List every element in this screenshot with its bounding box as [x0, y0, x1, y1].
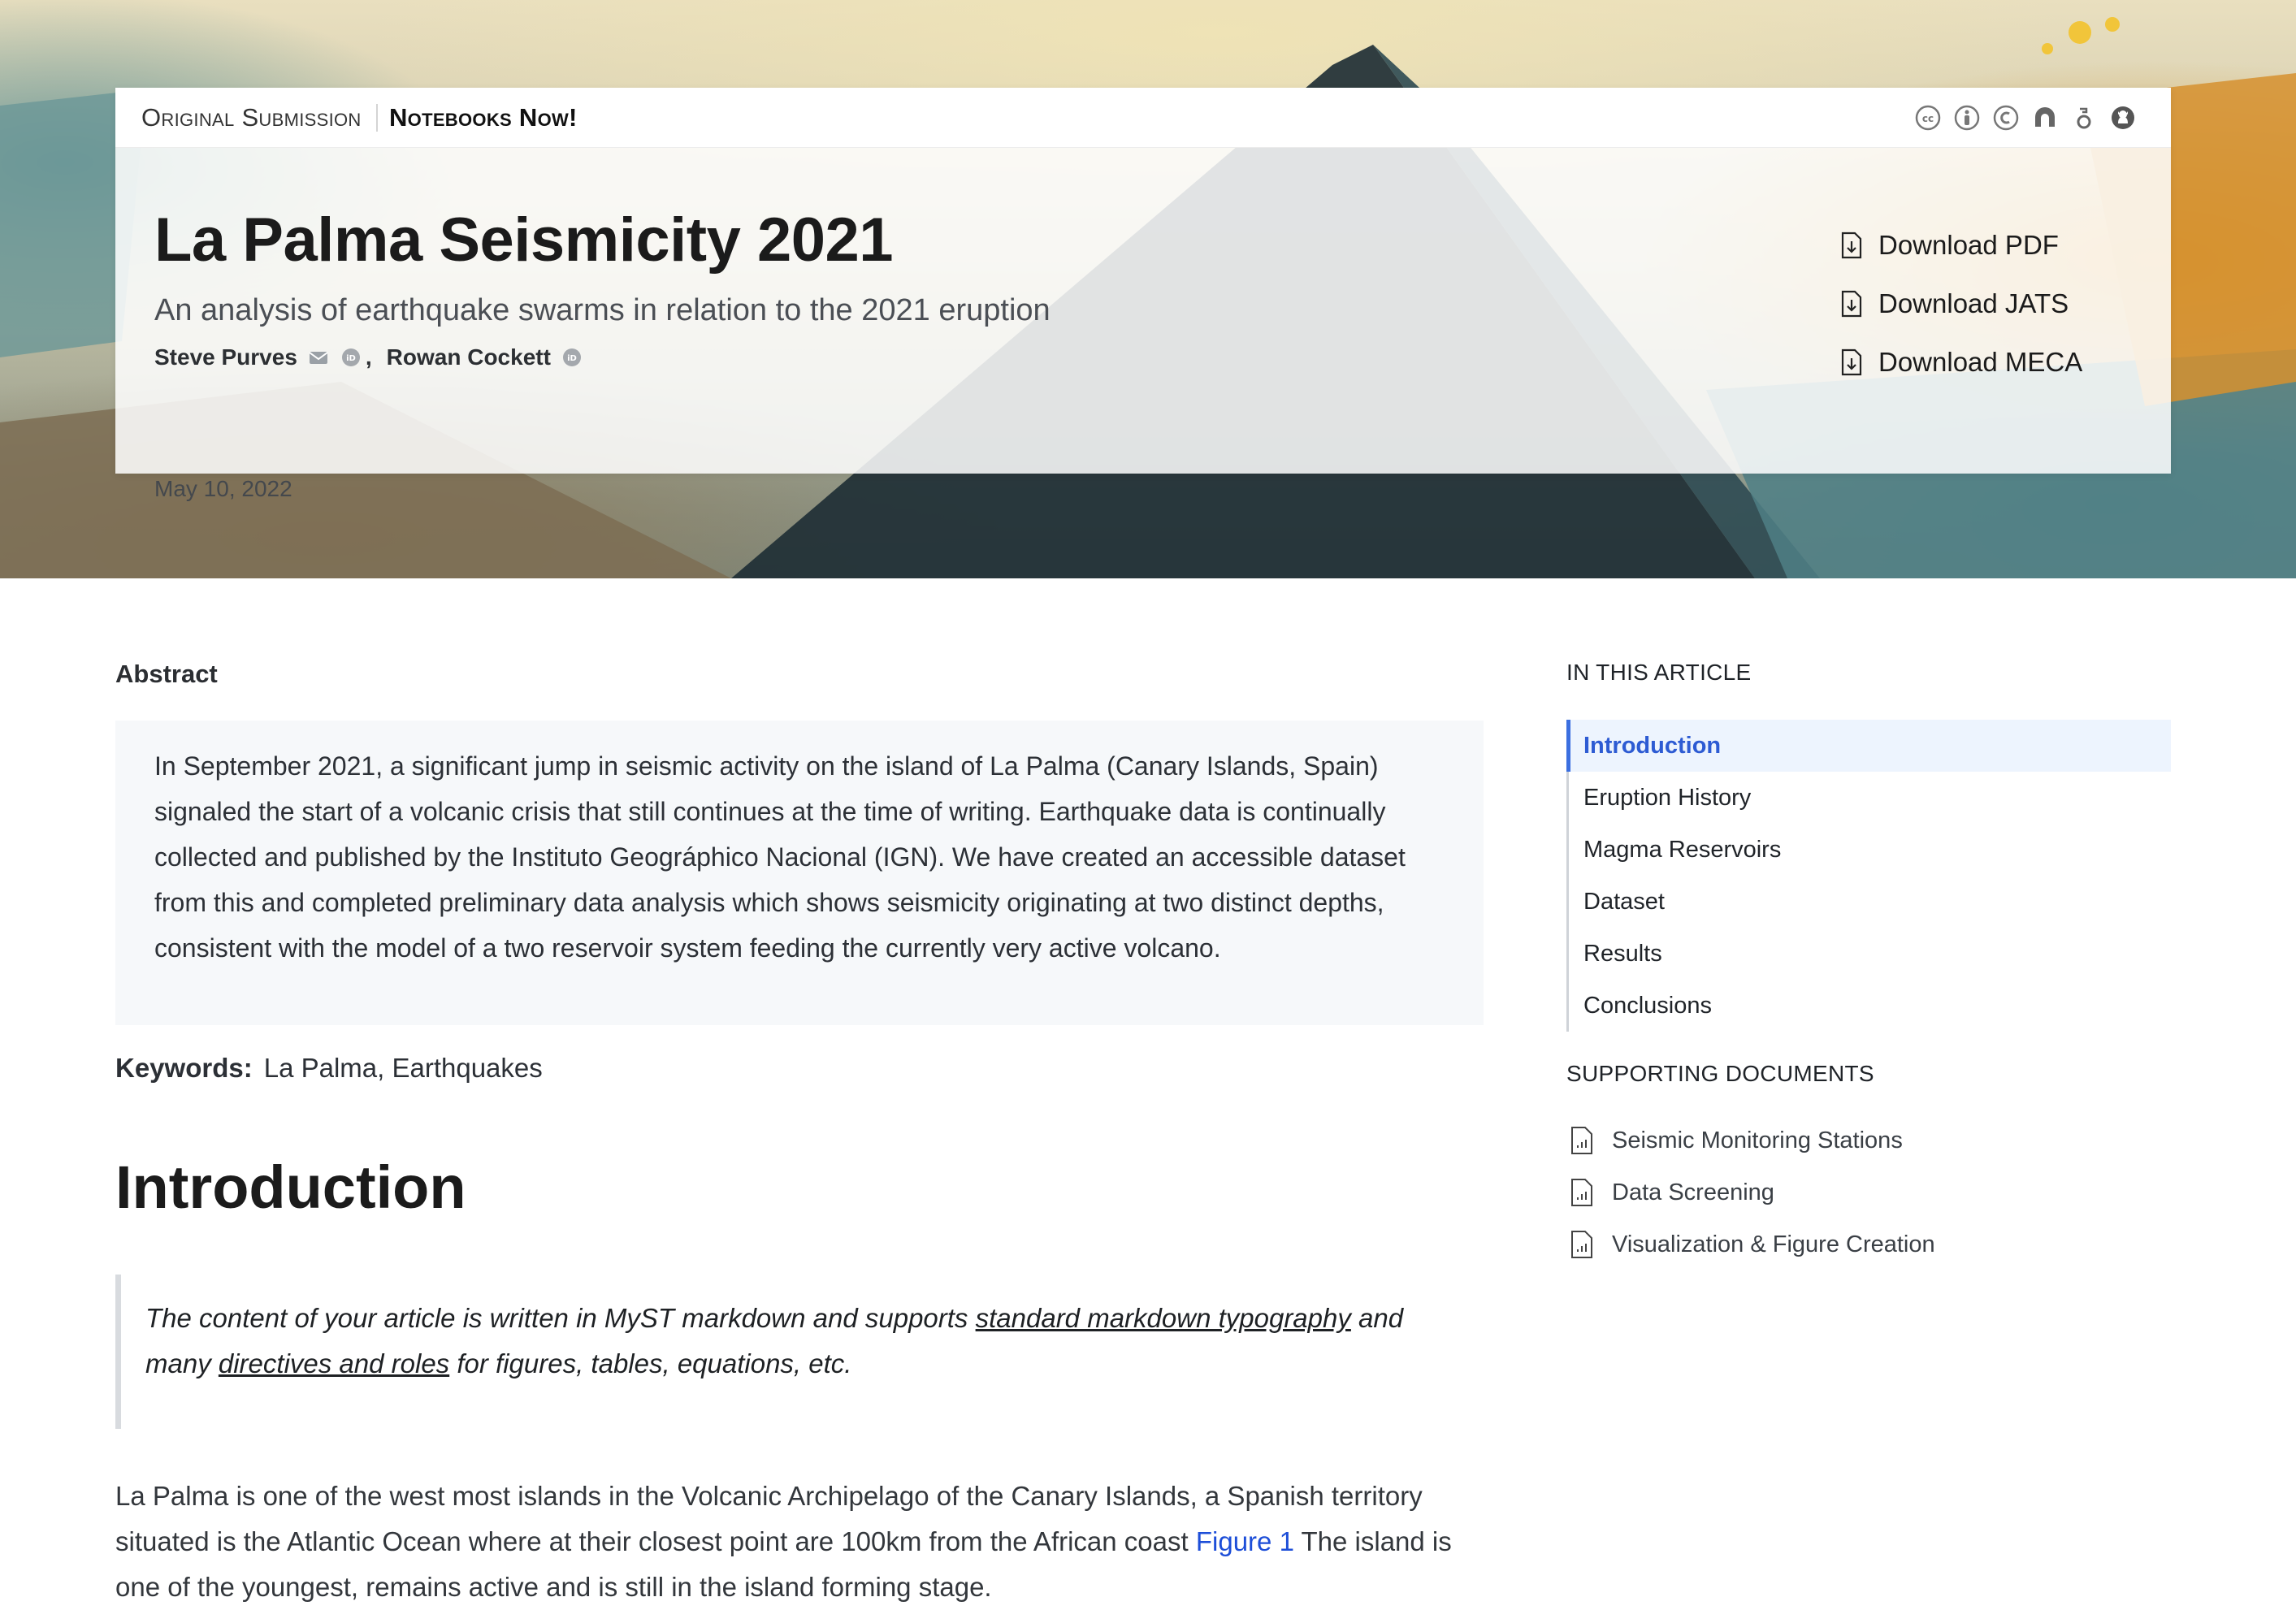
doc-label: Visualization & Figure Creation	[1612, 1231, 1935, 1257]
toc-item-results[interactable]: Results	[1569, 928, 2171, 980]
toc-item-conclusions[interactable]: Conclusions	[1569, 980, 2171, 1032]
venue-bar: Original Submission Notebooks Now! cc	[115, 88, 2171, 148]
download-label: Download PDF	[1878, 230, 2059, 260]
author-name[interactable]: Steve Purves	[154, 344, 297, 370]
file-download-icon	[1841, 290, 1862, 318]
email-icon[interactable]	[307, 346, 330, 369]
toc-item-magma-reservoirs[interactable]: Magma Reservoirs	[1569, 824, 2171, 876]
doc-label: Data Screening	[1612, 1179, 1774, 1205]
download-list: Download PDF Download JATS Download MECA	[1822, 216, 2082, 392]
author-separator: ,	[365, 344, 372, 370]
svg-text:cc: cc	[1922, 113, 1934, 124]
notebook-doc-icon	[1571, 1231, 1592, 1258]
figure-1-link[interactable]: Figure 1	[1196, 1526, 1294, 1556]
author-name[interactable]: Rowan Cockett	[387, 344, 551, 370]
table-of-contents: Introduction Eruption History Magma Rese…	[1566, 720, 2171, 1032]
download-pdf-button[interactable]: Download PDF	[1822, 216, 2082, 275]
article-header-card: Original Submission Notebooks Now! cc La…	[115, 88, 2171, 501]
doc-link-seismic-monitoring-stations[interactable]: Seismic Monitoring Stations	[1566, 1114, 1935, 1166]
abstract-box: In September 2021, a significant jump in…	[115, 721, 1484, 1025]
keywords-label: Keywords:	[115, 1053, 253, 1083]
markdown-typography-link[interactable]: standard markdown typography	[976, 1303, 1351, 1333]
venue-notebooks-now[interactable]: Notebooks Now!	[389, 104, 578, 132]
cc-icon[interactable]: cc	[1914, 104, 1942, 132]
open-access-icon[interactable]	[2031, 104, 2059, 132]
intro-paragraph: La Palma is one of the west most islands…	[115, 1474, 1484, 1610]
orcid-icon[interactable]	[2070, 104, 2098, 132]
copyright-icon[interactable]	[1992, 104, 2020, 132]
intro-blockquote: The content of your article is written i…	[115, 1275, 1484, 1429]
keywords-value: La Palma, Earthquakes	[263, 1053, 543, 1083]
github-icon[interactable]	[2109, 104, 2137, 132]
publication-date: May 10, 2022	[154, 476, 292, 501]
orcid-icon[interactable]: iD	[340, 346, 362, 369]
doc-link-data-screening[interactable]: Data Screening	[1566, 1166, 1935, 1218]
notebook-doc-icon	[1571, 1127, 1592, 1154]
toc-item-eruption-history[interactable]: Eruption History	[1569, 772, 2171, 824]
hero-banner: Original Submission Notebooks Now! cc La…	[0, 0, 2296, 578]
keywords: Keywords: La Palma, Earthquakes	[115, 1045, 543, 1091]
download-label: Download MECA	[1878, 347, 2083, 377]
venue-original-submission[interactable]: Original Submission	[141, 104, 378, 132]
author-list: Steve Purves iD , Rowan Cockett iD	[154, 341, 583, 374]
article-title: La Palma Seismicity 2021	[154, 206, 894, 275]
abstract-heading: Abstract	[115, 660, 218, 688]
by-icon[interactable]	[1953, 104, 1981, 132]
download-label: Download JATS	[1878, 288, 2069, 318]
directives-roles-link[interactable]: directives and roles	[219, 1348, 449, 1378]
svg-text:iD: iD	[346, 354, 356, 363]
quote-text: for figures, tables, equations, etc.	[449, 1348, 852, 1378]
supporting-docs-heading: SUPPORTING DOCUMENTS	[1566, 1061, 1874, 1086]
quote-text: The content of your article is written i…	[145, 1303, 976, 1333]
orcid-icon[interactable]: iD	[561, 346, 583, 369]
license-icons: cc	[1914, 104, 2137, 132]
notebook-doc-icon	[1571, 1179, 1592, 1206]
download-meca-button[interactable]: Download MECA	[1822, 333, 2082, 392]
svg-text:iD: iD	[567, 354, 577, 363]
toc-item-introduction[interactable]: Introduction	[1566, 720, 2171, 772]
abstract-text: In September 2021, a significant jump in…	[154, 751, 1406, 963]
doc-link-visualization-figure-creation[interactable]: Visualization & Figure Creation	[1566, 1218, 1935, 1270]
doc-label: Seismic Monitoring Stations	[1612, 1127, 1903, 1153]
section-heading-introduction: Introduction	[115, 1153, 466, 1221]
download-jats-button[interactable]: Download JATS	[1822, 275, 2082, 333]
supporting-docs-list: Seismic Monitoring Stations Data Screeni…	[1566, 1114, 1935, 1270]
article-subtitle: An analysis of earthquake swarms in rela…	[154, 293, 1051, 327]
toc-heading: IN THIS ARTICLE	[1566, 660, 1752, 685]
file-download-icon	[1841, 348, 1862, 376]
file-download-icon	[1841, 232, 1862, 259]
toc-item-dataset[interactable]: Dataset	[1569, 876, 2171, 928]
